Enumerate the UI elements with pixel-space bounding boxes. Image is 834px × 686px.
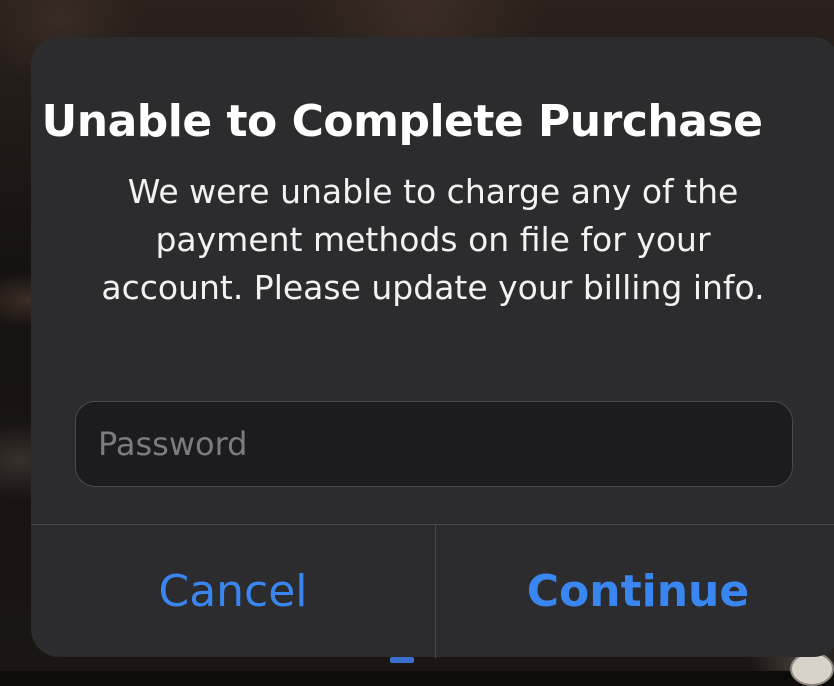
continue-button-label: Continue: [526, 566, 750, 617]
continue-button[interactable]: Continue: [436, 525, 834, 658]
alert-message: We were unable to charge any of the paym…: [101, 172, 765, 307]
alert-title: Unable to Complete Purchase: [41, 96, 763, 147]
password-input[interactable]: [98, 402, 778, 486]
cancel-button[interactable]: Cancel: [31, 525, 435, 658]
cancel-button-label: Cancel: [158, 566, 308, 617]
password-field-container: [75, 401, 793, 487]
